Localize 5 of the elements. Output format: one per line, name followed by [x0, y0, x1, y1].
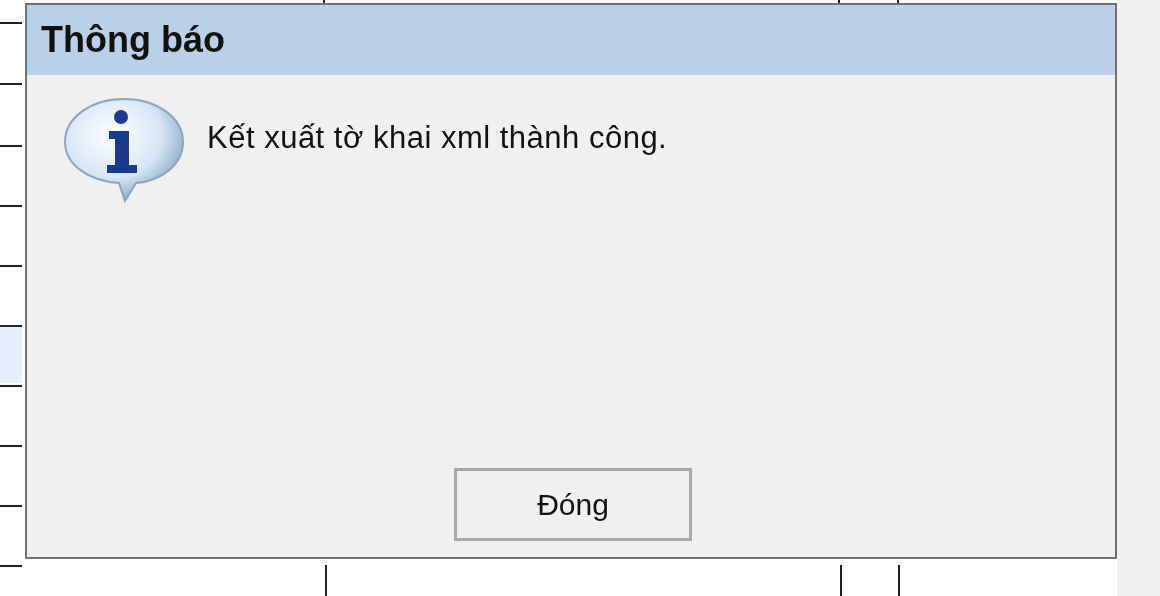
close-button[interactable]: Đóng: [454, 468, 692, 541]
info-icon: [61, 95, 187, 203]
dialog-title: Thông báo: [41, 18, 225, 62]
dialog-message: Kết xuất tờ khai xml thành công.: [207, 119, 668, 157]
highlighted-row: [0, 327, 22, 383]
